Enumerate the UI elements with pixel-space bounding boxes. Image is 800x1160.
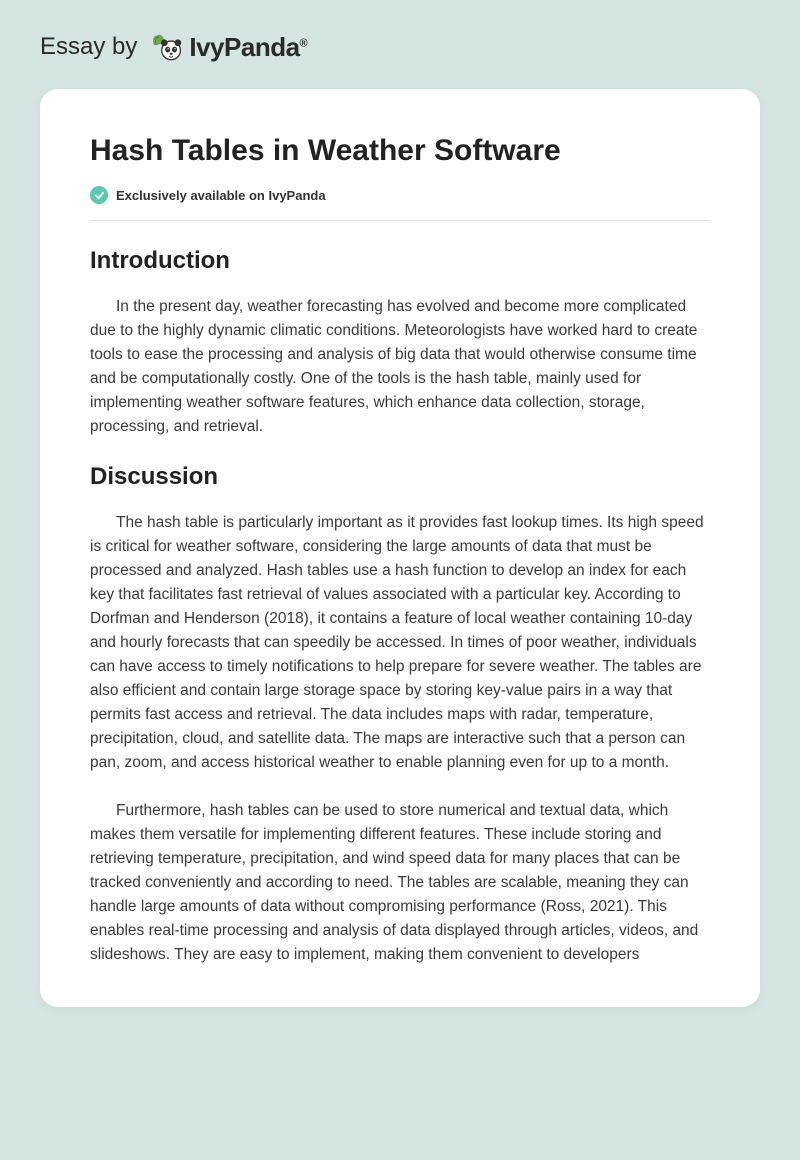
document-card: Hash Tables in Weather Software Exclusiv… <box>40 89 760 1007</box>
brand-name-text: IvyPanda <box>189 32 299 62</box>
check-icon <box>90 186 108 204</box>
paragraph-discussion-1: The hash table is particularly important… <box>90 511 710 775</box>
paragraph-intro: In the present day, weather forecasting … <box>90 295 710 439</box>
exclusive-badge-row: Exclusively available on IvyPanda <box>90 186 710 221</box>
header-bar: Essay by IvyPanda® <box>40 30 760 64</box>
brand-logo: IvyPanda® <box>149 30 307 64</box>
document-title: Hash Tables in Weather Software <box>90 134 710 168</box>
section-heading-discussion: Discussion <box>90 463 710 491</box>
section-heading-introduction: Introduction <box>90 247 710 275</box>
panda-leaf-icon <box>149 30 183 64</box>
brand-name: IvyPanda® <box>189 32 307 63</box>
essay-by-label: Essay by <box>40 33 137 61</box>
exclusive-label: Exclusively available on IvyPanda <box>116 188 326 203</box>
trademark-symbol: ® <box>300 37 308 49</box>
paragraph-discussion-2: Furthermore, hash tables can be used to … <box>90 799 710 967</box>
